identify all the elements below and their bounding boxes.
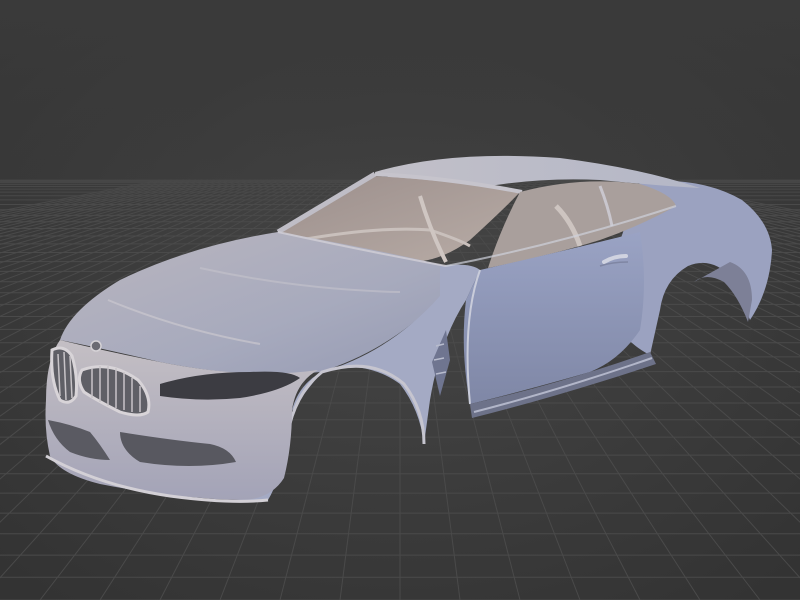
3d-viewport[interactable] xyxy=(0,0,800,600)
viewport-canvas[interactable] xyxy=(0,0,800,600)
brand-roundel-icon xyxy=(90,340,102,352)
